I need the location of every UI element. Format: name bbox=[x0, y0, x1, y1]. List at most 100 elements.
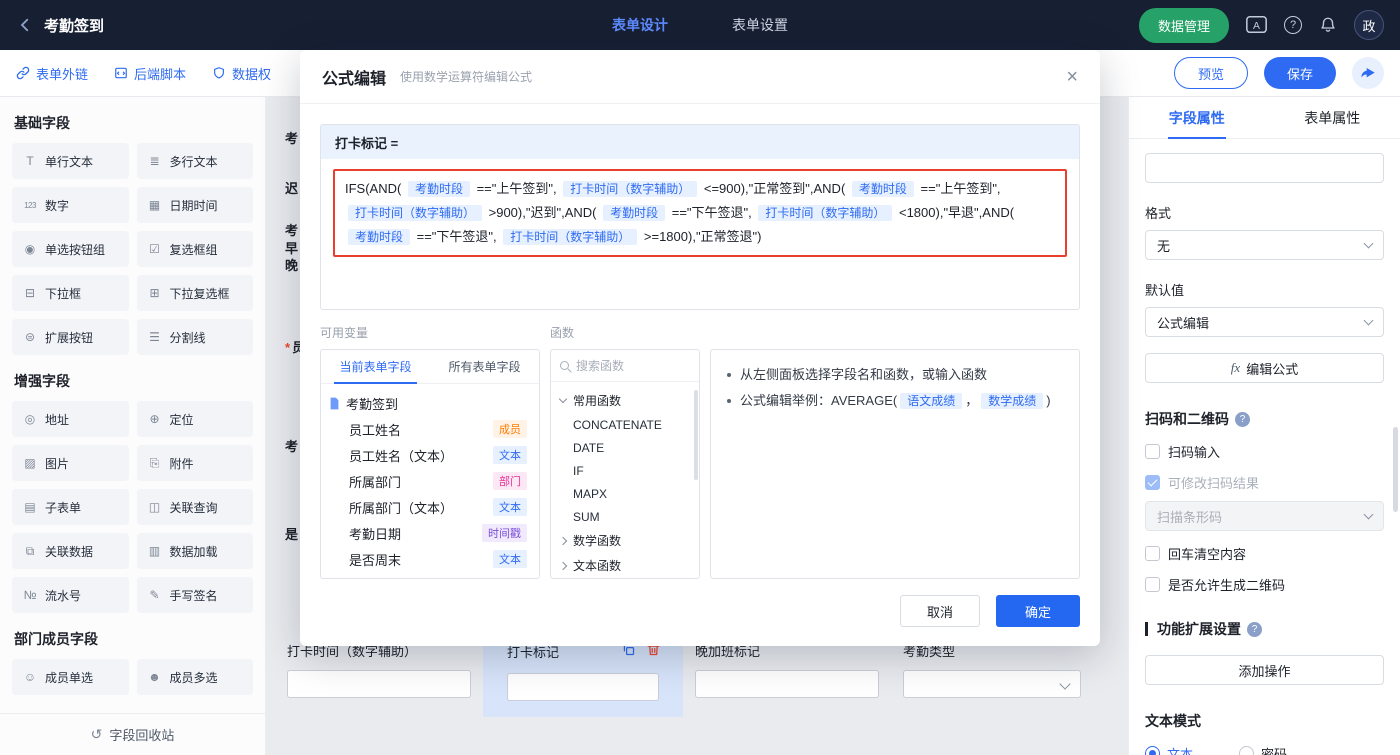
field-type-serial-number[interactable]: № 流水号 bbox=[12, 577, 129, 613]
variable-item[interactable]: 考勤日期 时间戳 bbox=[329, 520, 531, 546]
canvas-field-1[interactable]: 打卡时间（数字辅助） bbox=[287, 641, 471, 698]
function-item-if[interactable]: IF bbox=[551, 459, 699, 482]
share-icon[interactable] bbox=[1352, 57, 1384, 89]
field-type-member-single[interactable]: ☺ 成员单选 bbox=[12, 659, 129, 695]
back-icon[interactable] bbox=[16, 16, 34, 34]
checkbox-option[interactable]: 回车清空内容 bbox=[1145, 544, 1384, 562]
field-type-data-load[interactable]: ▥ 数据加载 bbox=[136, 533, 253, 569]
checkbox[interactable] bbox=[1145, 545, 1160, 561]
field-type-image[interactable]: ▨ 图片 bbox=[12, 445, 129, 481]
tab-form-settings[interactable]: 表单设置 bbox=[732, 15, 788, 35]
field-type-checkbox-group[interactable]: ☑ 复选框组 bbox=[136, 231, 253, 267]
close-icon[interactable]: × bbox=[1066, 67, 1078, 87]
field-input[interactable] bbox=[287, 670, 471, 698]
field-recycle-bin[interactable]: ↺ 字段回收站 bbox=[0, 713, 265, 755]
avatar[interactable]: 政 bbox=[1354, 10, 1384, 40]
function-group[interactable]: 数学函数 bbox=[551, 528, 699, 553]
language-icon[interactable]: A bbox=[1246, 16, 1267, 34]
field-type-radio-group[interactable]: ◉ 单选按钮组 bbox=[12, 231, 129, 267]
field-token[interactable]: 打卡时间（数字辅助） bbox=[348, 205, 483, 221]
cancel-button[interactable]: 取消 bbox=[900, 595, 980, 627]
variable-item[interactable]: 是否周末 文本 bbox=[329, 546, 531, 572]
function-item-sum[interactable]: SUM bbox=[551, 505, 699, 528]
formula-input-area[interactable]: IFS(AND( 考勤时段 =="上午签到", 打卡时间（数字辅助） <=900… bbox=[321, 159, 1079, 309]
field-type-dropdown-multi[interactable]: ⊞ 下拉复选框 bbox=[136, 275, 253, 311]
vars-tab-current[interactable]: 当前表单字段 bbox=[321, 350, 430, 384]
data-manage-button[interactable]: 数据管理 bbox=[1138, 7, 1229, 43]
confirm-button[interactable]: 确定 bbox=[996, 595, 1080, 627]
function-item-date[interactable]: DATE bbox=[551, 436, 699, 459]
field-token[interactable]: 考勤时段 bbox=[851, 181, 914, 197]
variable-item[interactable]: 员工姓名 成员 bbox=[329, 416, 531, 442]
checkbox[interactable] bbox=[1145, 474, 1160, 490]
vars-tab-all[interactable]: 所有表单字段 bbox=[430, 350, 539, 383]
field-type-address[interactable]: ◎ 地址 bbox=[12, 401, 129, 437]
field-title-input[interactable] bbox=[1145, 153, 1384, 183]
field-select[interactable] bbox=[903, 670, 1081, 698]
tree-root-form[interactable]: 考勤签到 bbox=[329, 390, 531, 416]
canvas-field-4[interactable]: 考勤类型 bbox=[903, 641, 1081, 698]
field-type-linked-query[interactable]: ◫ 关联查询 bbox=[136, 489, 253, 525]
edit-formula-button[interactable]: fx 编辑公式 bbox=[1145, 353, 1384, 383]
scrollbar[interactable] bbox=[1393, 427, 1398, 512]
variable-item[interactable]: 员工姓名（文本） 文本 bbox=[329, 442, 531, 468]
field-token[interactable]: 考勤时段 bbox=[603, 205, 666, 221]
help-icon[interactable]: ? bbox=[1284, 16, 1302, 34]
field-type-number[interactable]: 123 数字 bbox=[12, 187, 129, 223]
field-type-signature[interactable]: ✎ 手写签名 bbox=[136, 577, 253, 613]
props-tab-field[interactable]: 字段属性 bbox=[1129, 97, 1265, 138]
preview-button[interactable]: 预览 bbox=[1173, 57, 1248, 89]
variable-item[interactable]: 所属部门 部门 bbox=[329, 468, 531, 494]
function-item-concatenate[interactable]: CONCATENATE bbox=[551, 413, 699, 436]
toolbar-link-2[interactable]: 后端脚本 bbox=[114, 64, 186, 83]
formula-expression[interactable]: IFS(AND( 考勤时段 =="上午签到", 打卡时间（数字辅助） <=900… bbox=[333, 169, 1067, 257]
question-icon[interactable]: ? bbox=[1235, 411, 1250, 427]
toolbar-link-1[interactable]: 表单外链 bbox=[16, 64, 88, 83]
radio-option[interactable]: 文本 bbox=[1145, 744, 1193, 755]
tab-form-design[interactable]: 表单设计 bbox=[612, 15, 668, 35]
field-type-dropdown[interactable]: ⊟ 下拉框 bbox=[12, 275, 129, 311]
field-type-multi-line-text[interactable]: ≣ 多行文本 bbox=[136, 143, 253, 179]
field-input[interactable] bbox=[695, 670, 879, 698]
field-token[interactable]: 打卡时间（数字辅助） bbox=[758, 205, 893, 221]
save-button[interactable]: 保存 bbox=[1263, 57, 1336, 89]
field-type-subform[interactable]: ▤ 子表单 bbox=[12, 489, 129, 525]
field-token[interactable]: 考勤时段 bbox=[407, 181, 470, 197]
field-token[interactable]: 打卡时间（数字辅助） bbox=[503, 229, 638, 245]
function-group[interactable]: 文本函数 bbox=[551, 553, 699, 578]
field-input[interactable] bbox=[507, 673, 659, 701]
question-icon[interactable]: ? bbox=[1247, 621, 1262, 637]
default-value-select[interactable]: 公式编辑 bbox=[1145, 307, 1384, 337]
field-token[interactable]: 考勤时段 bbox=[348, 229, 411, 245]
app-root: 考勤签到 表单设计 表单设置 数据管理 A ? 政 表单外链 后端脚本 数据权 预览… bbox=[0, 0, 1400, 755]
variable-item[interactable]: 所属部门（文本） 文本 bbox=[329, 494, 531, 520]
field-type-divider[interactable]: ☰ 分割线 bbox=[136, 319, 253, 355]
chevron-right-icon bbox=[558, 536, 568, 545]
field-type-member-multi[interactable]: ☻ 成员多选 bbox=[136, 659, 253, 695]
field-type-linked-data[interactable]: ⧉ 关联数据 bbox=[12, 533, 129, 569]
field-token[interactable]: 打卡时间（数字辅助） bbox=[563, 181, 698, 197]
checkbox[interactable] bbox=[1145, 443, 1160, 459]
bell-icon[interactable] bbox=[1319, 16, 1337, 34]
field-type-attachment[interactable]: ⎘ 附件 bbox=[136, 445, 253, 481]
field-type-single-line-text[interactable]: T 单行文本 bbox=[12, 143, 129, 179]
function-search-input[interactable]: 搜索函数 bbox=[551, 350, 699, 382]
format-select[interactable]: 无 bbox=[1145, 230, 1384, 260]
radio-option[interactable]: 密码 bbox=[1239, 744, 1287, 755]
variables-tabs: 当前表单字段 所有表单字段 bbox=[321, 350, 539, 384]
checkbox[interactable] bbox=[1145, 576, 1160, 592]
canvas-field-3[interactable]: 晚加班标记 bbox=[695, 641, 879, 698]
checkbox-option[interactable]: 扫码输入 bbox=[1145, 442, 1384, 460]
add-action-button[interactable]: 添加操作 bbox=[1145, 655, 1384, 685]
function-item-mapx[interactable]: MAPX bbox=[551, 482, 699, 505]
toolbar-link-3[interactable]: 数据权 bbox=[212, 64, 271, 83]
function-group[interactable]: 常用函数 bbox=[551, 388, 699, 413]
checkbox-option[interactable]: 可修改扫码结果 bbox=[1145, 473, 1384, 491]
field-type-datetime[interactable]: ▦ 日期时间 bbox=[136, 187, 253, 223]
checkbox-option[interactable]: 是否允许生成二维码 bbox=[1145, 575, 1384, 593]
field-type-location[interactable]: ⊕ 定位 bbox=[136, 401, 253, 437]
help-bullet: 公式编辑举例：AVERAGE(语文成绩，数学成绩) bbox=[727, 388, 1063, 414]
props-tab-form[interactable]: 表单属性 bbox=[1265, 97, 1400, 138]
field-type-extend-button[interactable]: ⊜ 扩展按钮 bbox=[12, 319, 129, 355]
scrollbar[interactable] bbox=[694, 390, 698, 480]
